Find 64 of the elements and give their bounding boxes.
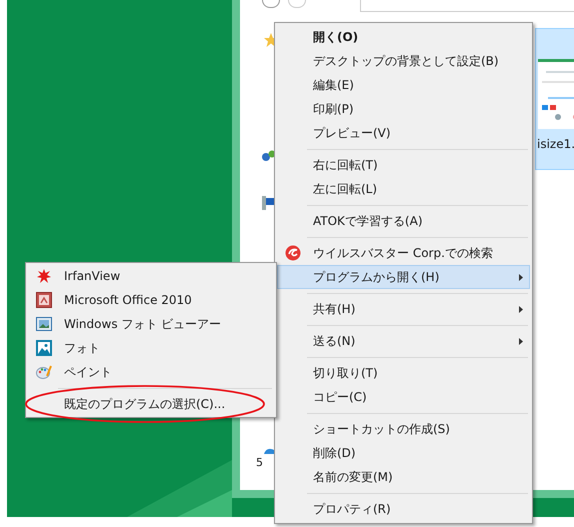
submenu-arrow-icon [519, 274, 523, 280]
photo-viewer-icon [36, 316, 52, 332]
item-count: 5 [256, 455, 263, 471]
menu-item-label: 開く(O) [312, 29, 360, 46]
menu-item[interactable]: 切り取り(T) [277, 361, 530, 385]
menu-item-label: プレビュー(V) [312, 125, 392, 142]
menu-item-label: プロパティ(R) [312, 501, 392, 518]
menu-item-label: ATOKで学習する(A) [312, 213, 424, 230]
menu-item[interactable]: プロパティ(R) [277, 497, 530, 521]
submenu-arrow-icon [519, 338, 523, 344]
menu-item[interactable]: 共有(H) [277, 297, 530, 321]
menu-item-label: 印刷(P) [312, 101, 355, 118]
computer-icon [262, 196, 274, 210]
menu-item[interactable]: プレビュー(V) [277, 121, 530, 145]
menu-item-label: Windows フォト ビューアー [63, 316, 222, 333]
menu-item[interactable]: 開く(O) [277, 25, 530, 49]
menu-item-label: 編集(E) [312, 77, 355, 94]
menu-item-label: コピー(C) [312, 389, 368, 406]
menu-item[interactable]: 名前の変更(M) [277, 465, 530, 489]
menu-item[interactable]: ペイント [28, 360, 274, 384]
network-icon [262, 150, 276, 162]
menu-item[interactable]: ATOKで学習する(A) [277, 209, 530, 233]
swirl-icon [285, 245, 301, 261]
selected-file-tile[interactable]: isize1. [535, 28, 574, 170]
menu-item[interactable]: ショートカットの作成(S) [277, 417, 530, 441]
menu-item[interactable]: 印刷(P) [277, 97, 530, 121]
menu-item[interactable]: 既定のプログラムの選択(C)... [28, 392, 274, 416]
menu-item[interactable]: ウイルスバスター Corp.での検索 [277, 241, 530, 265]
menu-item[interactable]: Windows フォト ビューアー [28, 312, 274, 336]
menu-item-label: ウイルスバスター Corp.での検索 [312, 245, 494, 262]
menu-item-label: フォト [63, 340, 100, 357]
menu-item[interactable]: 削除(D) [277, 441, 530, 465]
menu-item-label: 既定のプログラムの選択(C)... [63, 396, 226, 413]
menu-item-label: 削除(D) [312, 445, 357, 462]
menu-item-label: デスクトップの背景として設定(B) [312, 53, 500, 70]
menu-item-label: ペイント [63, 364, 112, 381]
menu-item[interactable]: 右に回転(T) [277, 153, 530, 177]
menu-item-label: プログラムから開く(H) [312, 269, 440, 286]
menu-item-label: 右に回転(T) [312, 157, 379, 174]
menu-item[interactable]: IrfanView [28, 264, 274, 288]
back-button[interactable] [262, 0, 280, 8]
menu-item[interactable]: デスクトップの背景として設定(B) [277, 49, 530, 73]
menu-item[interactable]: プログラムから開く(H) [277, 265, 530, 289]
menu-item-label: 左に回転(L) [312, 181, 378, 198]
address-bar[interactable] [360, 0, 574, 12]
menu-item-label: Microsoft Office 2010 [63, 292, 192, 309]
file-name: isize1. [537, 136, 574, 153]
menu-item-label: 切り取り(T) [312, 365, 379, 382]
menu-item-label: 名前の変更(M) [312, 469, 394, 486]
paint-palette-icon [36, 364, 52, 380]
menu-item[interactable]: 編集(E) [277, 73, 530, 97]
menu-item[interactable]: フォト [28, 336, 274, 360]
menu-item-label: 送る(N) [312, 333, 356, 350]
menu-item-label: IrfanView [63, 268, 120, 285]
menu-item[interactable]: コピー(C) [277, 385, 530, 409]
menu-item[interactable]: 左に回転(L) [277, 177, 530, 201]
forward-button[interactable] [288, 0, 306, 8]
menu-item[interactable]: Microsoft Office 2010 [28, 288, 274, 312]
menu-item-label: 共有(H) [312, 301, 356, 318]
submenu-arrow-icon [519, 306, 523, 312]
menu-item[interactable]: 送る(N) [277, 329, 530, 353]
menu-item-label: ショートカットの作成(S) [312, 421, 451, 438]
landscape-photo-icon [36, 340, 52, 356]
splash-icon [36, 268, 52, 284]
